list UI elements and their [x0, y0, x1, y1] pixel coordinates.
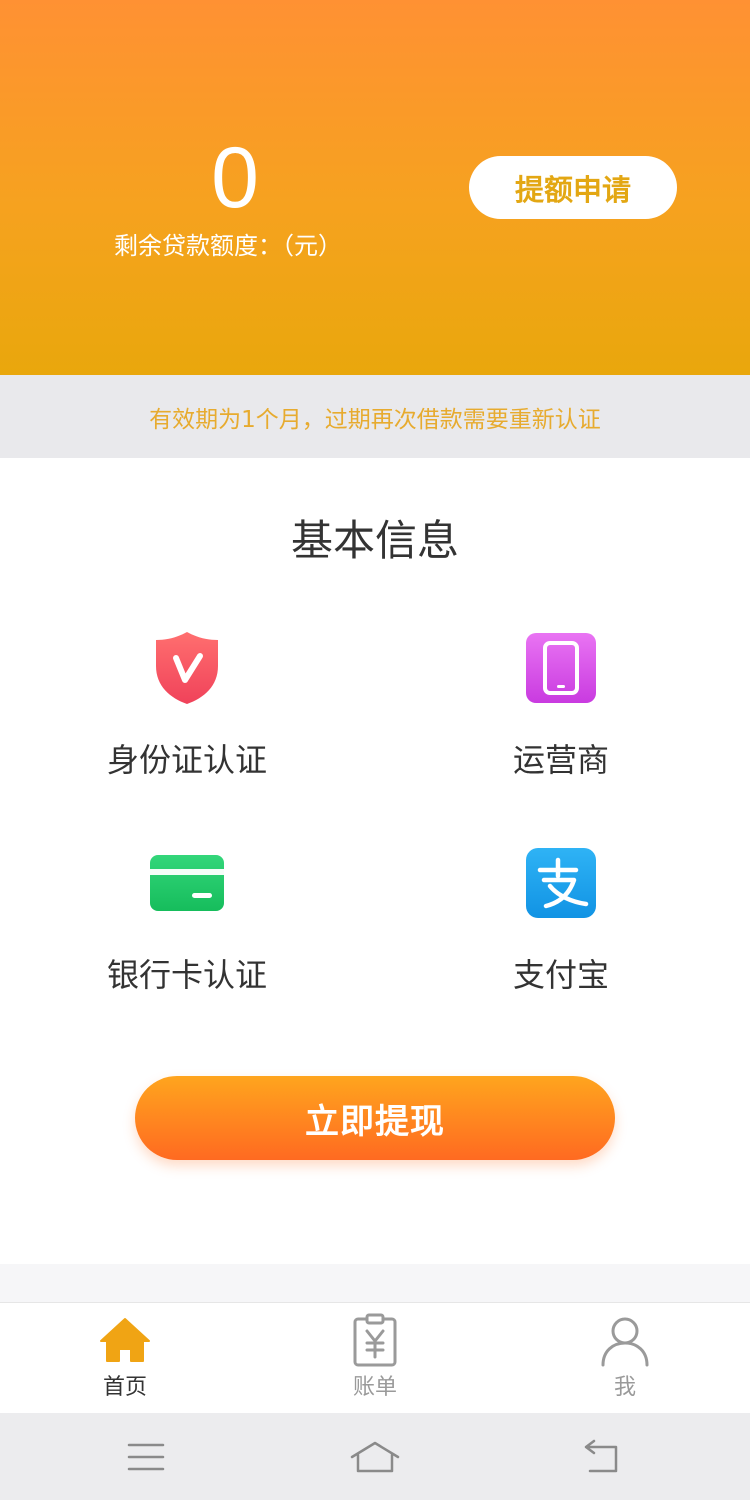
section-title: 基本信息: [290, 516, 459, 565]
withdraw-now-button[interactable]: 立即提现: [135, 1076, 615, 1160]
system-home-icon[interactable]: [345, 1433, 405, 1481]
tab-me-label: 我: [613, 1375, 636, 1400]
bank-card-verify-label: 银行卡认证: [106, 956, 267, 994]
alipay-icon: [521, 843, 601, 923]
alipay-verify-item[interactable]: 支付宝: [431, 843, 691, 1013]
bill-icon: [347, 1313, 403, 1369]
validity-notice: 有效期为1个月，过期再次借款需要重新认证: [0, 375, 750, 458]
id-card-verify-item[interactable]: 身份证认证: [57, 628, 317, 798]
tab-bill[interactable]: 账单: [250, 1303, 500, 1414]
back-icon[interactable]: [572, 1433, 632, 1481]
home-icon: [97, 1313, 153, 1369]
bottom-tab-bar: 首页 账单 我: [0, 1302, 750, 1413]
remaining-quota-value: 0: [211, 130, 259, 226]
tab-me[interactable]: 我: [500, 1303, 750, 1414]
tab-home[interactable]: 首页: [0, 1303, 250, 1414]
menu-icon[interactable]: [116, 1433, 176, 1481]
tab-bill-label: 账单: [352, 1375, 397, 1400]
id-card-verify-label: 身份证认证: [106, 741, 267, 779]
carrier-verify-label: 运营商: [512, 741, 609, 779]
user-icon: [597, 1313, 653, 1369]
remaining-quota-label: 剩余贷款额度：（元）: [114, 232, 342, 260]
bank-card-icon: [147, 843, 227, 923]
header-banner: 0 剩余贷款额度：（元） 提额申请: [0, 0, 750, 375]
shield-check-icon: [147, 628, 227, 708]
tab-home-label: 首页: [102, 1375, 147, 1400]
system-navigation-bar: [0, 1413, 750, 1500]
bank-card-verify-item[interactable]: 银行卡认证: [57, 843, 317, 1013]
basic-info-section: 基本信息 身份证认证 运营商 银行卡认证 支付宝 立即提现: [0, 458, 750, 1264]
alipay-verify-label: 支付宝: [512, 956, 609, 994]
carrier-verify-item[interactable]: 运营商: [431, 628, 691, 798]
phone-icon: [521, 628, 601, 708]
raise-limit-button[interactable]: 提额申请: [469, 156, 677, 219]
